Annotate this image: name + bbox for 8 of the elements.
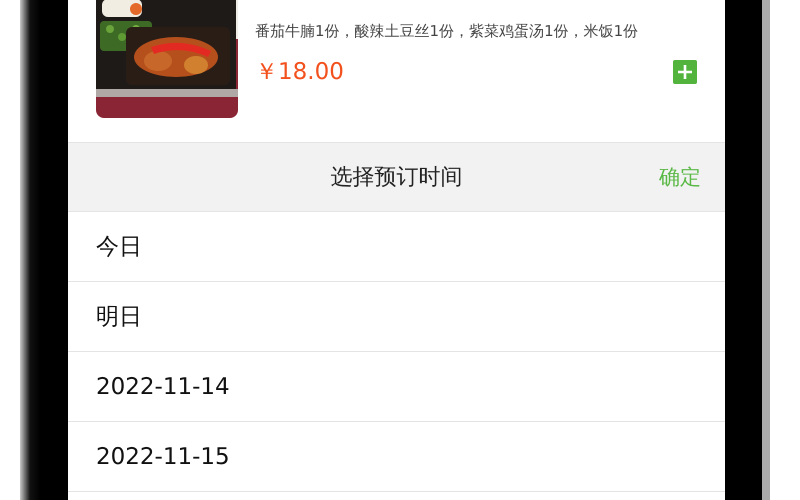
date-option[interactable]: 明日 [68,282,725,352]
date-option[interactable]: 2022-11-14 [68,352,725,422]
add-icon[interactable] [673,60,697,84]
date-option[interactable]: 今日 [68,212,725,282]
dish-description: 番茄牛腩1份，酸辣土豆丝1份，紫菜鸡蛋汤1份，米饭1份 [255,21,640,42]
date-option[interactable]: 2022-11-15 [68,422,725,492]
price: ￥18.00 [255,58,344,87]
picker-title: 选择预订时间 [330,164,462,192]
